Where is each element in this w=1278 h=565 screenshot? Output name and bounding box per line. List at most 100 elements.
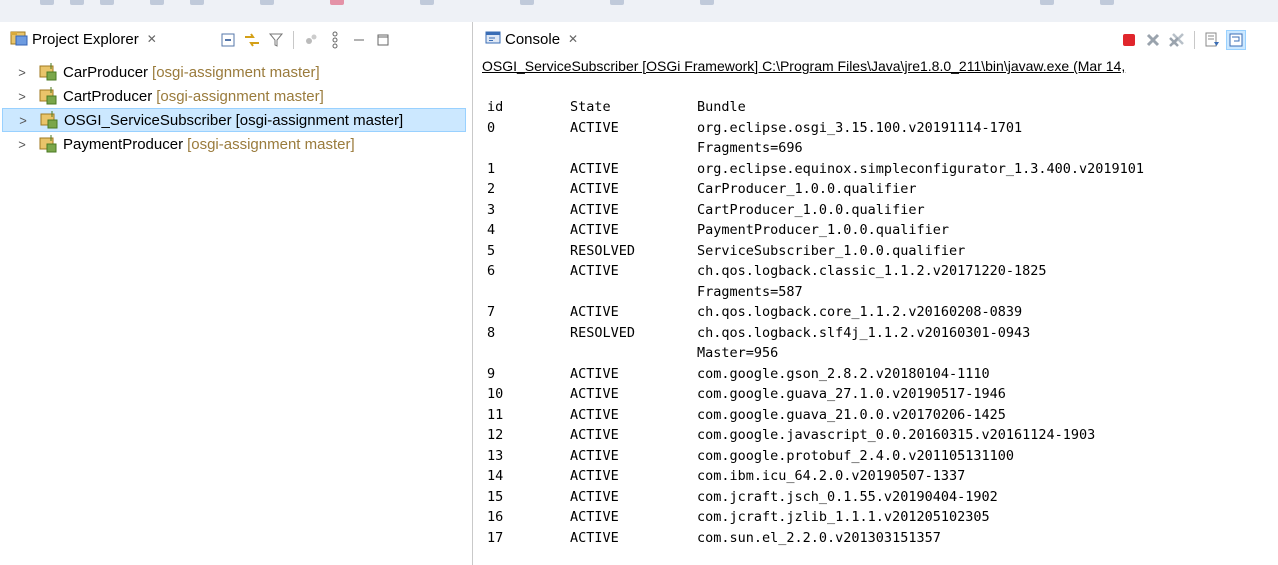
bundle-id: 10 [487, 386, 504, 402]
project-name: PaymentProducer [63, 135, 184, 153]
bundle-name: com.jcraft.jsch_0.1.55.v20190404-1902 [697, 488, 998, 505]
bundle-state: ACTIVE [570, 119, 619, 136]
project-name: CarProducer [63, 63, 149, 81]
plugin-project-icon [39, 87, 57, 105]
tree-item-carproducer[interactable]: > CarProducer [osgi-assignment master] [0, 60, 472, 84]
close-icon[interactable]: ✕ [568, 32, 578, 46]
plugin-project-icon [39, 63, 57, 81]
bundle-state: RESOLVED [570, 242, 636, 259]
bundle-state: ACTIVE [570, 406, 619, 423]
project-tree: > CarProducer [osgi-assignment master] >… [0, 60, 472, 156]
project-name: CartProducer [63, 87, 153, 105]
bundle-id: 2 [487, 181, 496, 197]
focus-icon[interactable] [301, 30, 321, 50]
plugin-project-icon [39, 135, 57, 153]
bundle-state: ACTIVE [570, 468, 619, 484]
bundle-state: ACTIVE [570, 365, 619, 382]
bundle-state: ACTIVE [570, 181, 619, 197]
git-decoration: [osgi-assignment master] [187, 135, 355, 153]
link-with-editor-icon[interactable] [242, 30, 262, 50]
chevron-right-icon[interactable]: > [15, 89, 29, 104]
explorer-toolbar [218, 29, 393, 51]
word-wrap-icon[interactable] [1226, 30, 1246, 50]
bundle-name: com.jcraft.jzlib_1.1.1.v201205102305 [697, 509, 990, 525]
git-decoration: [osgi-assignment master] [156, 87, 324, 105]
maximize-icon[interactable] [373, 30, 393, 50]
console-view: Console ✕ OSGI_ServiceSubscriber [OSGi F… [479, 22, 1278, 565]
console-icon [485, 30, 501, 49]
bundle-name: com.ibm.icu_64.2.0.v20190507-1337 [697, 468, 966, 484]
bundle-state: ACTIVE [570, 447, 619, 464]
console-description: OSGI_ServiceSubscriber [OSGi Framework] … [482, 58, 1126, 74]
bundle-name: com.google.gson_2.8.2.v20180104-1110 [697, 365, 990, 382]
tree-item-osgi-servicesubscriber[interactable]: > OSGI_ServiceSubscriber [osgi-assignmen… [2, 108, 466, 132]
tree-item-paymentproducer[interactable]: > PaymentProducer [osgi-assignment maste… [0, 132, 472, 156]
col-state-header: State [570, 99, 611, 115]
console-header: Console ✕ [479, 22, 1278, 57]
project-explorer-view: Project Explorer ✕ > CarProducer [osgi-a… [0, 22, 473, 565]
remove-all-terminated-icon[interactable] [1167, 30, 1187, 50]
bundle-name: Fragments=587 [697, 283, 803, 300]
bundle-id: 8 [487, 324, 496, 341]
git-decoration: [osgi-assignment master] [152, 63, 320, 81]
bundle-name: com.sun.el_2.2.0.v201303151357 [697, 529, 941, 546]
bundle-name: CartProducer_1.0.0.qualifier [697, 201, 925, 218]
bundle-id: 5 [487, 242, 496, 259]
bundle-name: Master=956 [697, 345, 779, 361]
bundle-id: 17 [487, 529, 504, 546]
bundle-state: ACTIVE [570, 201, 619, 218]
tree-item-cartproducer[interactable]: > CartProducer [osgi-assignment master] [0, 84, 472, 108]
terminate-icon[interactable] [1119, 30, 1139, 50]
toolbar-separator [293, 31, 294, 49]
bundle-state: ACTIVE [570, 427, 619, 443]
bundle-name: CarProducer_1.0.0.qualifier [697, 181, 917, 197]
col-id-header: id [487, 99, 504, 115]
scroll-lock-icon[interactable] [1202, 30, 1222, 50]
git-decoration: [osgi-assignment master] [235, 111, 404, 129]
bundle-id: 15 [487, 488, 504, 505]
console-toolbar [1119, 29, 1246, 51]
bundle-id: 14 [487, 468, 504, 484]
minimize-icon[interactable] [349, 30, 369, 50]
bundle-id: 9 [487, 365, 496, 382]
bundle-name: ServiceSubscriber_1.0.0.qualifier [697, 242, 966, 259]
tab-title: Project Explorer [32, 30, 139, 48]
bundle-id: 16 [487, 509, 504, 525]
bundle-name: com.google.guava_21.0.0.v20170206-1425 [697, 406, 1006, 423]
col-bundle-header: Bundle [697, 99, 746, 115]
bundle-state: ACTIVE [570, 263, 619, 279]
bundle-state: ACTIVE [570, 160, 619, 177]
toolbar-separator [1194, 31, 1195, 49]
bundle-id: 1 [487, 160, 496, 177]
bundle-name: com.google.guava_27.1.0.v20190517-1946 [697, 386, 1006, 402]
bundle-state: ACTIVE [570, 529, 619, 546]
view-menu-icon[interactable] [325, 30, 345, 50]
chevron-right-icon[interactable]: > [16, 113, 30, 128]
bundle-name: ch.qos.logback.classic_1.1.2.v20171220-1… [697, 263, 1047, 279]
bundle-state: RESOLVED [570, 324, 636, 341]
bundle-state: ACTIVE [570, 488, 619, 505]
bundle-state: ACTIVE [570, 304, 619, 320]
tab-console[interactable]: Console ✕ [485, 26, 578, 52]
project-name: OSGI_ServiceSubscriber [64, 111, 232, 129]
remove-launch-icon[interactable] [1143, 30, 1163, 50]
chevron-right-icon[interactable]: > [15, 65, 29, 80]
bundle-name: org.eclipse.osgi_3.15.100.v20191114-1701 [697, 119, 1023, 136]
bundle-id: 11 [487, 406, 504, 423]
bundle-state: ACTIVE [570, 386, 619, 402]
filter-icon[interactable] [266, 30, 286, 50]
main-toolbar-strip [0, 0, 1278, 22]
tab-project-explorer[interactable]: Project Explorer ✕ [10, 26, 157, 52]
chevron-right-icon[interactable]: > [15, 137, 29, 152]
bundle-state: ACTIVE [570, 509, 619, 525]
bundle-id: 4 [487, 222, 496, 238]
plugin-project-icon [40, 111, 58, 129]
collapse-all-icon[interactable] [218, 30, 238, 50]
bundle-state: ACTIVE [570, 222, 619, 238]
bundle-id: 7 [487, 304, 496, 320]
bundle-name: org.eclipse.equinox.simpleconfigurator_1… [697, 160, 1145, 177]
close-icon[interactable]: ✕ [147, 32, 157, 46]
project-explorer-header: Project Explorer ✕ [0, 22, 472, 57]
bundle-name: PaymentProducer_1.0.0.qualifier [697, 222, 949, 238]
bundle-name: ch.qos.logback.slf4j_1.1.2.v20160301-094… [697, 324, 1031, 341]
